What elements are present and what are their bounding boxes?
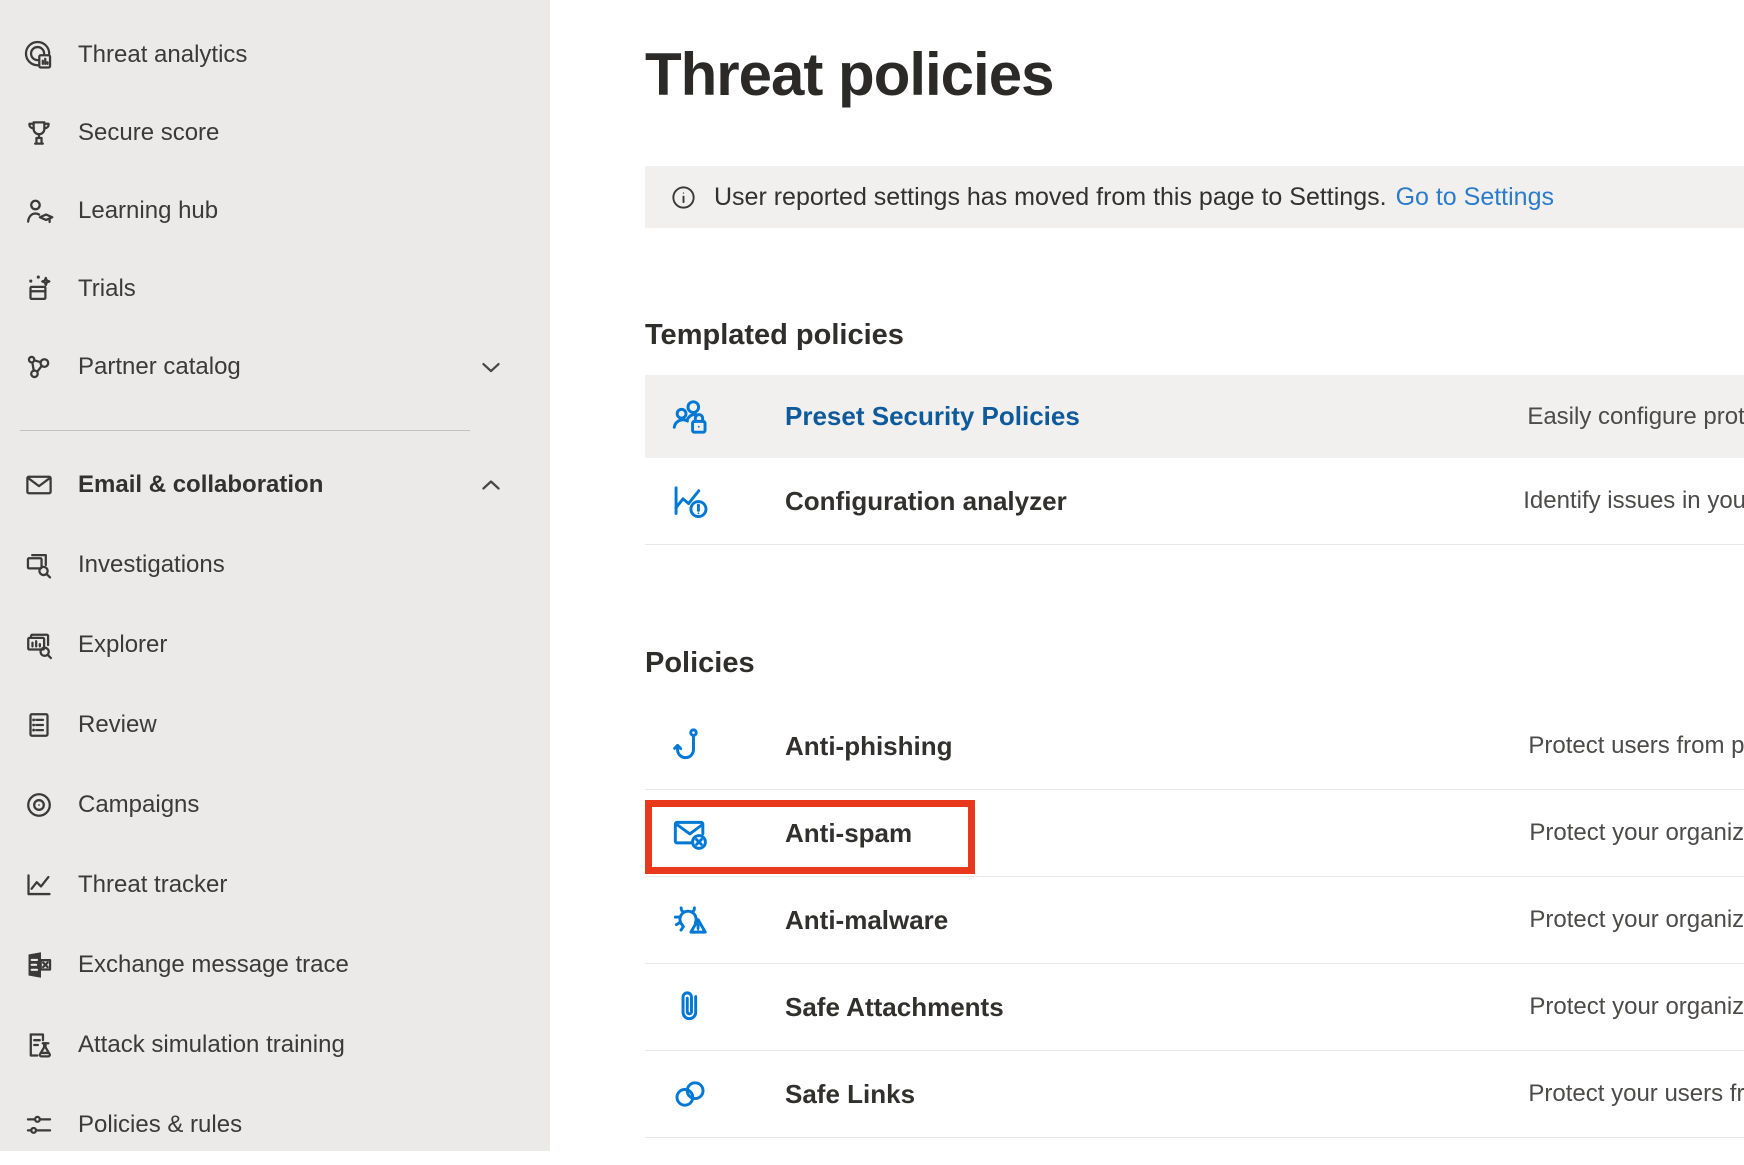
preset-security-policies-icon [668, 395, 712, 439]
chevron-up-icon[interactable] [477, 471, 505, 499]
table-row-safe-attachments[interactable]: Safe Attachments Protect your organiz [645, 964, 1744, 1051]
safe-links-icon [668, 1072, 712, 1116]
go-to-settings-link[interactable]: Go to Settings [1396, 183, 1554, 212]
row-description: Easily configure prot [1527, 403, 1744, 431]
sidebar-item-label: Attack simulation training [78, 1031, 345, 1059]
anti-spam-icon [668, 811, 712, 855]
threat-tracker-icon [22, 868, 56, 902]
section-heading-policies: Policies [645, 646, 1744, 680]
attack-simulation-icon [22, 1028, 56, 1062]
preset-security-policies-link[interactable]: Preset Security Policies [785, 401, 1527, 432]
table-row-configuration-analyzer[interactable]: Configuration analyzer Identify issues i… [645, 458, 1744, 545]
safe-links-label[interactable]: Safe Links [785, 1079, 1528, 1110]
sidebar-divider [20, 430, 470, 431]
info-icon [669, 183, 698, 212]
row-description: Protect your users fr [1528, 1080, 1744, 1108]
anti-malware-icon [668, 898, 712, 942]
sidebar-item-campaigns[interactable]: Campaigns [0, 765, 550, 845]
sidebar-item-investigations[interactable]: Investigations [0, 525, 550, 605]
row-description: Protect your organiz [1529, 906, 1744, 934]
table-row-safe-links[interactable]: Safe Links Protect your users fr [645, 1051, 1744, 1138]
banner-text: User reported settings has moved from th… [714, 183, 1387, 212]
safe-attachments-icon [668, 985, 712, 1029]
sidebar-item-attack-simulation-training[interactable]: Attack simulation training [0, 1005, 550, 1085]
sidebar-item-learning-hub[interactable]: Learning hub [0, 172, 550, 250]
sidebar-item-threat-analytics[interactable]: Threat analytics [0, 16, 550, 94]
main-content: Threat policies User reported settings h… [550, 0, 1744, 1151]
envelope-icon [22, 468, 56, 502]
row-description: Protect your organiz [1529, 993, 1744, 1021]
configuration-analyzer-label[interactable]: Configuration analyzer [785, 486, 1523, 517]
sidebar-item-policies-rules[interactable]: Policies & rules [0, 1085, 550, 1165]
investigations-icon [22, 548, 56, 582]
threat-analytics-icon [22, 38, 56, 72]
sidebar-item-email-collaboration[interactable]: Email & collaboration [0, 445, 550, 525]
sidebar-item-label: Learning hub [78, 197, 218, 225]
trials-icon [22, 272, 56, 306]
row-description: Identify issues in you [1523, 487, 1744, 515]
row-description: Protect your organiz [1529, 819, 1744, 847]
sidebar-item-label: Investigations [78, 551, 225, 579]
sidebar-item-label: Policies & rules [78, 1111, 242, 1139]
learning-hub-icon [22, 194, 56, 228]
anti-malware-label[interactable]: Anti-malware [785, 905, 1529, 936]
templated-policies-table: Preset Security Policies Easily configur… [645, 375, 1744, 545]
partner-catalog-icon [22, 350, 56, 384]
sidebar-item-secure-score[interactable]: Secure score [0, 94, 550, 172]
sliders-icon [22, 1108, 56, 1142]
sidebar-item-review[interactable]: Review [0, 685, 550, 765]
sidebar-item-exchange-message-trace[interactable]: Exchange message trace [0, 925, 550, 1005]
sidebar-item-label: Threat analytics [78, 41, 247, 69]
policies-table: Anti-phishing Protect users from p Anti-… [645, 703, 1744, 1138]
anti-phishing-icon [668, 724, 712, 768]
trophy-icon [22, 116, 56, 150]
info-banner: User reported settings has moved from th… [645, 166, 1744, 228]
table-row-anti-malware[interactable]: Anti-malware Protect your organiz [645, 877, 1744, 964]
sidebar-item-label: Threat tracker [78, 871, 227, 899]
sidebar-item-threat-tracker[interactable]: Threat tracker [0, 845, 550, 925]
configuration-analyzer-icon [668, 479, 712, 523]
anti-phishing-label[interactable]: Anti-phishing [785, 731, 1528, 762]
sidebar-item-label: Exchange message trace [78, 951, 349, 979]
safe-attachments-label[interactable]: Safe Attachments [785, 992, 1529, 1023]
page-title: Threat policies [645, 40, 1744, 110]
sidebar: Threat analytics Secure score Learning h… [0, 0, 550, 1151]
sidebar-item-partner-catalog[interactable]: Partner catalog [0, 328, 550, 406]
anti-spam-label[interactable]: Anti-spam [785, 818, 1529, 849]
sidebar-item-label: Campaigns [78, 791, 199, 819]
sidebar-item-trials[interactable]: Trials [0, 250, 550, 328]
exchange-icon [22, 948, 56, 982]
sidebar-item-label: Email & collaboration [78, 471, 323, 499]
sidebar-item-label: Secure score [78, 119, 219, 147]
table-row-preset-security-policies[interactable]: Preset Security Policies Easily configur… [645, 375, 1744, 458]
row-description: Protect users from p [1528, 732, 1744, 760]
review-icon [22, 708, 56, 742]
sidebar-item-label: Partner catalog [78, 353, 241, 381]
table-row-anti-phishing[interactable]: Anti-phishing Protect users from p [645, 703, 1744, 790]
sidebar-item-label: Trials [78, 275, 136, 303]
campaigns-icon [22, 788, 56, 822]
table-row-anti-spam[interactable]: Anti-spam Protect your organiz [645, 790, 1744, 877]
chevron-down-icon[interactable] [477, 353, 505, 381]
explorer-icon [22, 628, 56, 662]
section-heading-templated-policies: Templated policies [645, 318, 1744, 352]
sidebar-item-label: Review [78, 711, 157, 739]
sidebar-item-explorer[interactable]: Explorer [0, 605, 550, 685]
sidebar-item-label: Explorer [78, 631, 167, 659]
